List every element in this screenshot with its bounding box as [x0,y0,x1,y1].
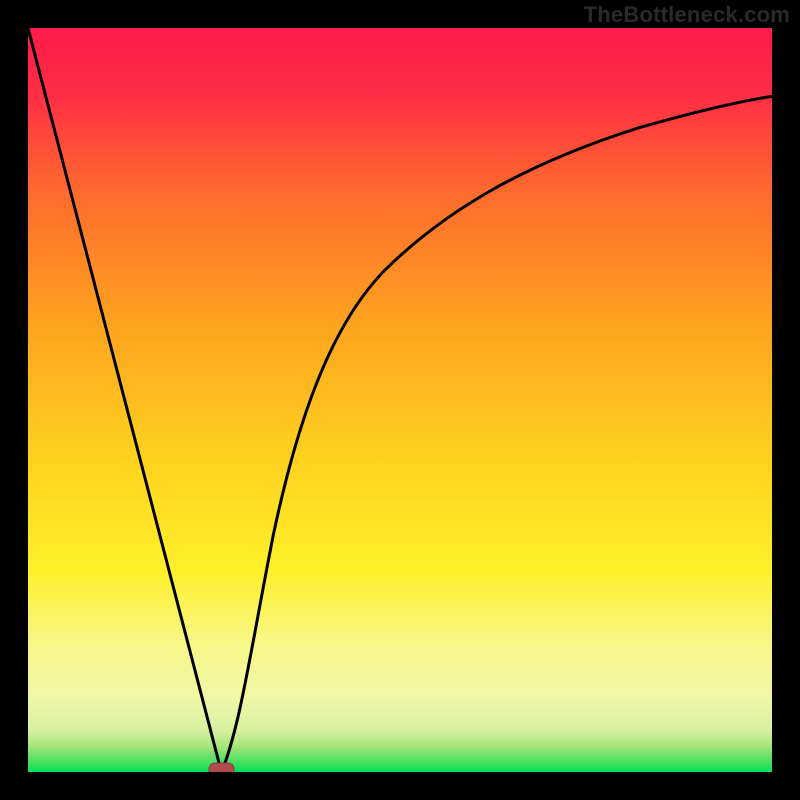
bottleneck-chart [28,28,772,772]
gradient-background [28,28,772,772]
minimum-marker [209,763,234,772]
chart-frame: TheBottleneck.com [0,0,800,800]
watermark-text: TheBottleneck.com [584,2,790,28]
